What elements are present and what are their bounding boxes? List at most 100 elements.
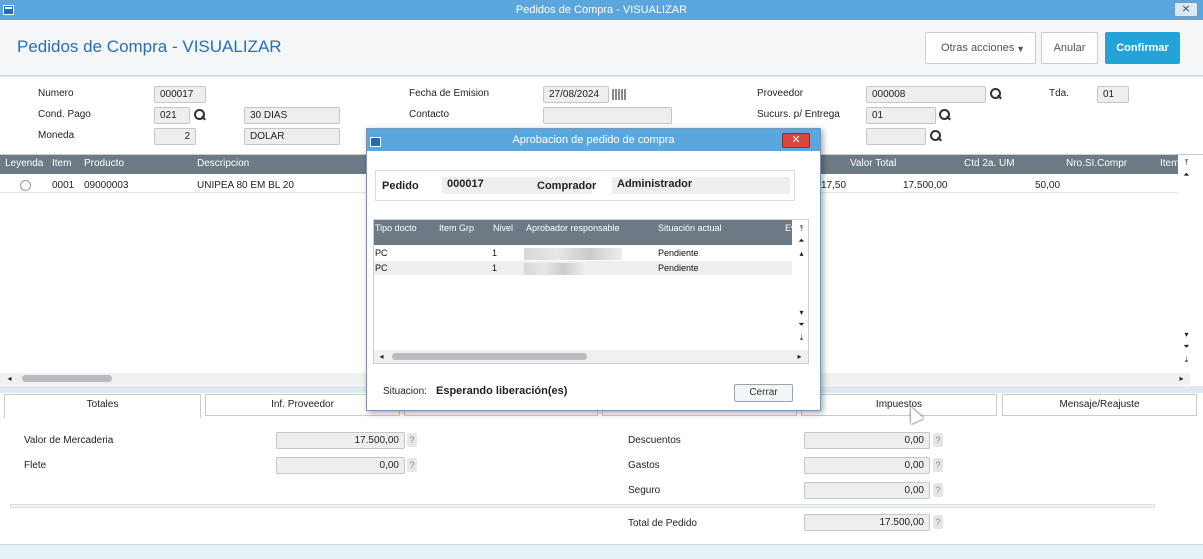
col-item-2[interactable]: Item	[1160, 158, 1179, 169]
scroll-top-icon[interactable]: ⤒	[1181, 157, 1192, 168]
contacto-label: Contacto	[409, 109, 450, 120]
cell-item: 0001	[52, 180, 75, 191]
col-situacion[interactable]: Situación actual	[658, 223, 722, 233]
dialog-horizontal-scrollbar[interactable]: ◂ ▸	[374, 350, 808, 363]
flete-field: 0,00	[276, 457, 405, 474]
page-title: Pedidos de Compra - VISUALIZAR	[17, 37, 282, 56]
seguro-label: Seguro	[628, 485, 661, 496]
otras-acciones-button[interactable]: Otras acciones ▼	[925, 32, 1036, 64]
col-leyenda[interactable]: Leyenda	[5, 158, 43, 169]
cell-situacion: Pendiente	[658, 263, 699, 273]
anular-button[interactable]: Anular	[1041, 32, 1098, 64]
scroll-up-icon[interactable]: ▴	[796, 248, 807, 259]
help-icon[interactable]: ?	[933, 458, 943, 472]
confirmar-button[interactable]: Confirmar	[1105, 32, 1180, 64]
moneda-field[interactable]: 2	[154, 128, 196, 145]
search-icon[interactable]	[930, 130, 942, 142]
table-row[interactable]: PC 1 Pendiente	[374, 261, 792, 275]
cond-pago-desc-field: 30 DIAS	[244, 107, 340, 124]
scroll-left-icon[interactable]: ◂	[376, 351, 387, 362]
approval-dialog: Aprobacion de pedido de compra ✕ Pedido …	[366, 128, 821, 411]
total-pedido-field: 17.500,00	[804, 514, 930, 531]
otras-acciones-label: Otras acciones	[941, 42, 1015, 54]
col-valor-total[interactable]: Valor Total	[850, 158, 896, 169]
cell-tipo: PC	[375, 263, 388, 273]
help-icon[interactable]: ?	[933, 483, 943, 497]
status-bar	[0, 544, 1203, 559]
scroll-right-icon[interactable]: ▸	[794, 351, 805, 362]
scroll-page-up-icon[interactable]: ⏶	[1181, 169, 1192, 180]
dialog-close-button[interactable]: ✕	[782, 133, 810, 148]
numero-field[interactable]: 000017	[154, 86, 206, 103]
scroll-thumb[interactable]	[392, 353, 587, 360]
col-nivel[interactable]: Nivel	[493, 223, 513, 233]
cell-ctd-2a-um: 50,00	[1035, 180, 1061, 191]
tda-field[interactable]: 01	[1097, 86, 1129, 103]
redacted-approver	[524, 248, 622, 260]
scroll-right-icon[interactable]: ▸	[1176, 373, 1187, 384]
table-row[interactable]: PC 1 Pendiente	[374, 246, 792, 260]
proveedor-field[interactable]: 000008	[866, 86, 986, 103]
search-icon[interactable]	[194, 109, 206, 121]
window-close-button[interactable]: ⨯	[1174, 2, 1198, 17]
sucursal-label: Sucurs. p/ Entrega	[757, 109, 840, 120]
calendar-icon[interactable]	[612, 89, 626, 100]
scroll-page-up-icon[interactable]: ⏶	[796, 235, 807, 246]
situacion-value: Esperando liberación(es)	[436, 385, 568, 397]
flete-label: Flete	[24, 460, 47, 471]
scroll-page-down-icon[interactable]: ⏷	[796, 319, 807, 330]
app-icon	[3, 5, 14, 15]
col-ctd-2a-um[interactable]: Ctd 2a. UM	[964, 158, 1015, 169]
col-descripcion[interactable]: Descripcion	[197, 158, 249, 169]
col-aprobador[interactable]: Aprobador responsable	[526, 223, 620, 233]
help-icon[interactable]: ?	[933, 433, 943, 447]
contacto-field[interactable]	[543, 107, 672, 124]
cell-descripcion: UNIPEA 80 EM BL 20	[197, 180, 294, 191]
cell-valor-total: 17.500,00	[903, 180, 948, 191]
scroll-left-icon[interactable]: ◂	[4, 373, 15, 384]
gastos-label: Gastos	[628, 460, 660, 471]
cond-pago-field[interactable]: 021	[154, 107, 190, 124]
dialog-vertical-scrollbar[interactable]: ⤒ ⏶ ▴ ▾ ⏷ ⤓	[794, 220, 808, 348]
col-nro-si-compr[interactable]: Nro.SI.Compr	[1066, 158, 1127, 169]
extra-field[interactable]	[866, 128, 926, 145]
col-item-grp[interactable]: Item Grp	[439, 223, 474, 233]
dialog-title: Aprobacion de pedido de compra	[512, 134, 675, 146]
help-icon[interactable]: ?	[407, 458, 417, 472]
col-producto[interactable]: Producto	[84, 158, 124, 169]
dialog-titlebar: Aprobacion de pedido de compra ✕	[367, 129, 820, 151]
help-icon[interactable]: ?	[933, 515, 943, 529]
tab-mensaje-reajuste[interactable]: Mensaje/Reajuste	[1002, 394, 1197, 416]
sucursal-field[interactable]: 01	[866, 107, 936, 124]
page-header: Pedidos de Compra - VISUALIZAR Otras acc…	[0, 20, 1203, 76]
descuentos-label: Descuentos	[628, 435, 681, 446]
order-info-panel: Pedido 000017 Comprador Administrador	[375, 170, 795, 201]
search-icon[interactable]	[990, 88, 1002, 100]
cell-tipo: PC	[375, 248, 388, 258]
dropdown-caret-icon: ▼	[1016, 44, 1025, 54]
divider	[10, 504, 1155, 508]
search-icon[interactable]	[939, 109, 951, 121]
tab-impuestos[interactable]: Impuestos	[801, 394, 997, 416]
scroll-top-icon[interactable]: ⤒	[796, 223, 807, 234]
tab-totales[interactable]: Totales	[4, 394, 201, 418]
fecha-emision-field[interactable]: 27/08/2024	[543, 86, 609, 103]
col-tipo-docto[interactable]: Tipo docto	[375, 223, 417, 233]
help-icon[interactable]: ?	[407, 433, 417, 447]
cell-nivel: 1	[492, 248, 498, 258]
scroll-down-icon[interactable]: ▾	[796, 307, 807, 318]
app-icon	[370, 137, 381, 147]
scroll-page-down-icon[interactable]: ⏷	[1181, 341, 1192, 352]
cond-pago-label: Cond. Pago	[38, 109, 91, 120]
cell-nivel: 1	[492, 263, 498, 273]
approvers-grid: Tipo docto Item Grp Nivel Aprobador resp…	[373, 219, 809, 364]
grid-vertical-scrollbar[interactable]: ⤒ ⏶ ▾ ⏷ ⤓	[1178, 155, 1195, 375]
col-item[interactable]: Item	[52, 158, 71, 169]
scroll-thumb[interactable]	[22, 375, 112, 382]
window-title: Pedidos de Compra - VISUALIZAR	[515, 4, 688, 16]
scroll-bottom-icon[interactable]: ⤓	[1181, 354, 1192, 365]
legend-status-icon	[20, 180, 31, 191]
scroll-down-icon[interactable]: ▾	[1181, 329, 1192, 340]
cerrar-button[interactable]: Cerrar	[734, 384, 793, 402]
scroll-bottom-icon[interactable]: ⤓	[796, 332, 807, 343]
